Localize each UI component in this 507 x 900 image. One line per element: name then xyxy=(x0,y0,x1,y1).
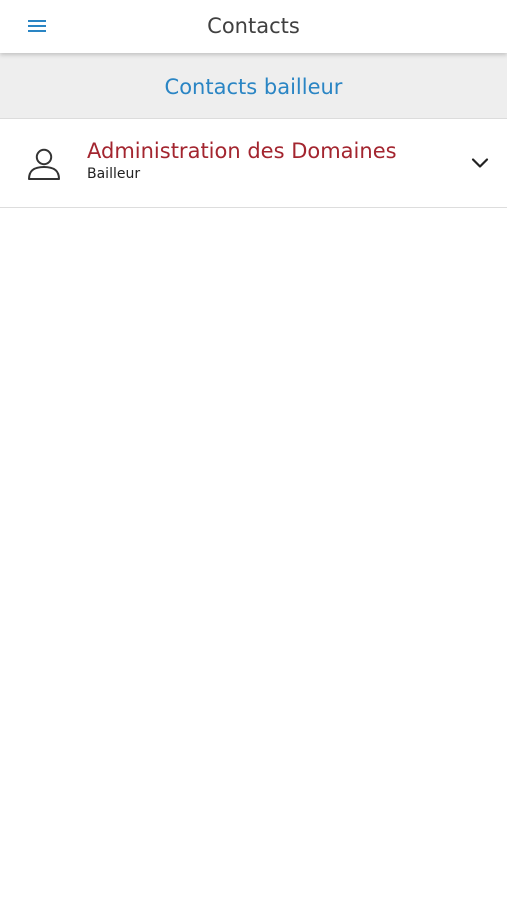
contact-name: Administration des Domaines xyxy=(87,139,397,163)
contact-text: Administration des Domaines Bailleur xyxy=(87,137,447,183)
menu-button[interactable] xyxy=(24,14,50,38)
contact-role: Bailleur xyxy=(87,166,141,182)
section-header: Contacts bailleur xyxy=(0,53,507,119)
person-outline-icon xyxy=(28,148,60,180)
page-title: Contacts xyxy=(207,14,300,38)
hamburger-menu-icon xyxy=(28,20,46,32)
contact-list-item[interactable]: Administration des Domaines Bailleur xyxy=(0,119,507,208)
app-screen: Contacts Contacts bailleur Administratio… xyxy=(0,0,507,900)
top-app-bar: Contacts xyxy=(0,0,507,53)
section-title: Contacts bailleur xyxy=(164,74,343,99)
chevron-down-icon[interactable] xyxy=(470,153,490,173)
